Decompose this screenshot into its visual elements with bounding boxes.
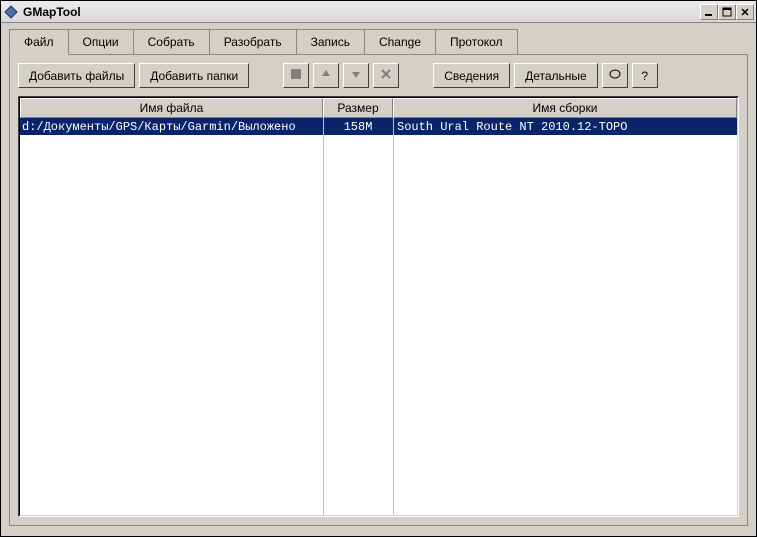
stop-button[interactable] xyxy=(283,63,309,88)
col-divider xyxy=(323,118,324,515)
tab-write[interactable]: Запись xyxy=(296,29,365,55)
x-icon xyxy=(380,68,392,83)
table-header: Имя файла Размер Имя сборки xyxy=(20,98,737,118)
help-button[interactable]: ? xyxy=(632,63,658,88)
tab-content: Добавить файлы Добавить папки Сведения Д… xyxy=(9,54,748,526)
cell-mapname: South Ural Route NT 2010.12-TOPO xyxy=(393,120,737,134)
col-filename[interactable]: Имя файла xyxy=(20,98,323,118)
tab-file[interactable]: Файл xyxy=(9,29,69,55)
table-body[interactable]: d:/Документы/GPS/Карты/Garmin/Выложено 1… xyxy=(20,118,737,515)
app-window: GMapTool Файл Опции Собрать Разобрать За… xyxy=(0,0,757,537)
tab-label: Опции xyxy=(83,35,119,49)
tab-label: Файл xyxy=(24,35,54,49)
close-button[interactable] xyxy=(736,4,754,20)
stop-icon xyxy=(290,68,302,83)
details-button[interactable]: Детальные xyxy=(514,63,598,88)
app-icon xyxy=(3,4,19,20)
tab-label: Change xyxy=(379,35,421,49)
arrow-up-icon xyxy=(320,68,332,83)
tab-options[interactable]: Опции xyxy=(68,29,134,55)
tab-protocol[interactable]: Протокол xyxy=(435,29,518,55)
maximize-button[interactable] xyxy=(718,4,736,20)
col-size[interactable]: Размер xyxy=(323,98,393,118)
content-area: Файл Опции Собрать Разобрать Запись Chan… xyxy=(1,23,756,536)
arrow-down-icon xyxy=(350,68,362,83)
tab-label: Разобрать xyxy=(224,35,282,49)
minimize-button[interactable] xyxy=(700,4,718,20)
file-table: Имя файла Размер Имя сборки d:/Документы… xyxy=(18,96,739,517)
move-down-button[interactable] xyxy=(343,63,369,88)
remove-button[interactable] xyxy=(373,63,399,88)
table-inner: Имя файла Размер Имя сборки d:/Документы… xyxy=(19,97,738,516)
titlebar: GMapTool xyxy=(1,1,756,23)
move-up-button[interactable] xyxy=(313,63,339,88)
col-divider xyxy=(393,118,394,515)
circle-button[interactable] xyxy=(602,63,628,88)
col-mapname[interactable]: Имя сборки xyxy=(393,98,737,118)
window-controls xyxy=(700,4,754,20)
window-title: GMapTool xyxy=(23,5,700,19)
tab-change[interactable]: Change xyxy=(364,29,436,55)
circle-icon xyxy=(609,68,621,83)
tab-build[interactable]: Собрать xyxy=(133,29,210,55)
table-row[interactable]: d:/Документы/GPS/Карты/Garmin/Выложено 1… xyxy=(20,118,737,135)
add-folders-button[interactable]: Добавить папки xyxy=(139,63,249,88)
tab-label: Собрать xyxy=(148,35,195,49)
cell-filename: d:/Документы/GPS/Карты/Garmin/Выложено xyxy=(20,120,323,134)
add-files-button[interactable]: Добавить файлы xyxy=(18,63,135,88)
info-button[interactable]: Сведения xyxy=(433,63,510,88)
cell-size: 158M xyxy=(323,120,393,134)
tab-split[interactable]: Разобрать xyxy=(209,29,297,55)
tab-label: Запись xyxy=(311,35,350,49)
tab-bar: Файл Опции Собрать Разобрать Запись Chan… xyxy=(9,29,748,55)
tab-label: Протокол xyxy=(450,35,503,49)
toolbar: Добавить файлы Добавить папки Сведения Д… xyxy=(18,63,739,88)
